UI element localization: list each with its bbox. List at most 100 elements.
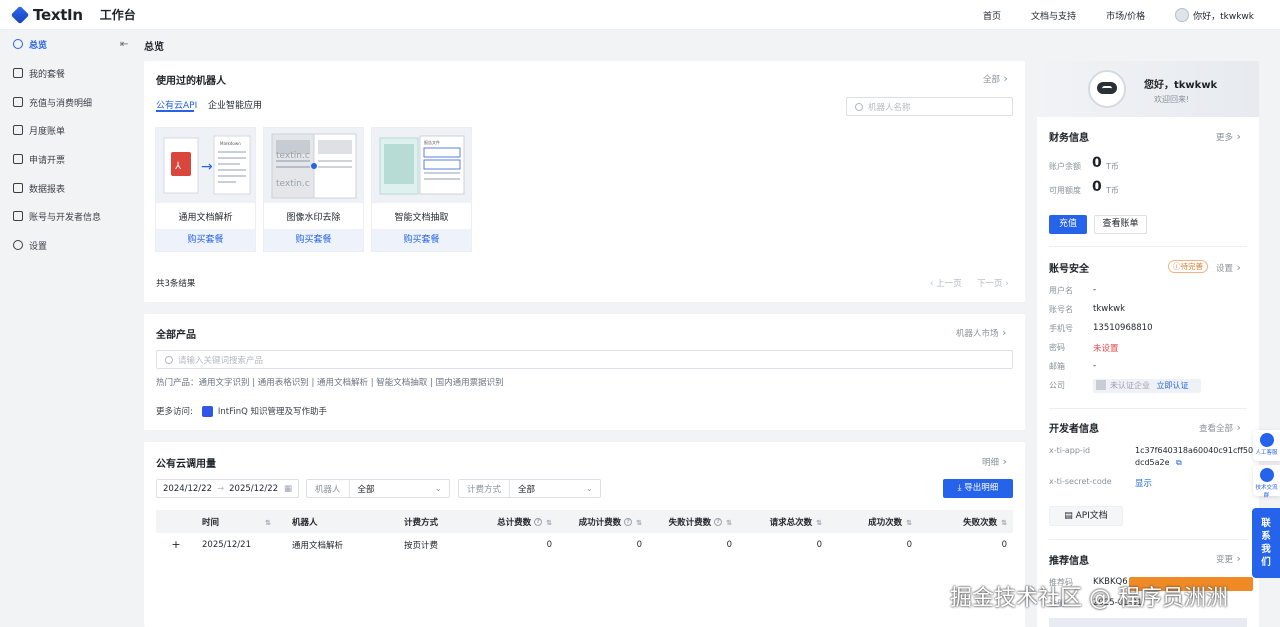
collapse-sidebar-icon[interactable]: ⇤: [120, 39, 128, 50]
security-settings-link[interactable]: 设置: [1216, 261, 1241, 274]
expand-row-button[interactable]: +: [156, 533, 196, 556]
finance-more-link[interactable]: 更多: [1216, 130, 1241, 143]
sidebar-item-overview[interactable]: 总览: [13, 36, 47, 52]
verify-now-link[interactable]: 立即认证: [1157, 381, 1189, 390]
recommend-change-link[interactable]: 变更: [1216, 552, 1241, 565]
recharge-button[interactable]: 充值: [1049, 215, 1087, 234]
watermark: 掘金技术社区 @ 程序员洲洲: [950, 586, 1228, 611]
help-icon[interactable]: ?: [534, 518, 543, 526]
contact-us-button[interactable]: 联系我们: [1252, 508, 1280, 578]
sidebar-item-monthly-bill[interactable]: 月度账单: [13, 122, 65, 138]
search-placeholder: 请输入关键词搜索产品: [178, 355, 264, 366]
brand[interactable]: TextIn 工作台: [10, 5, 136, 24]
robot-card-doc-parse[interactable]: ⅄ → Markdown 通用文档解析 购买套餐: [155, 127, 256, 252]
sidebar-item-invoice[interactable]: 申请开票: [13, 151, 65, 167]
next-page-button[interactable]: 下一页 ›: [977, 277, 1009, 289]
cell-total-billing: 0: [546, 539, 552, 550]
gear-icon: [13, 240, 23, 250]
product-search-input[interactable]: 请输入关键词搜索产品: [156, 350, 1013, 369]
chevron-down-icon: ⌄: [586, 484, 593, 493]
sort-icon: ⇅: [906, 518, 912, 527]
company-value: 未认证企业: [1110, 381, 1150, 390]
column-header-total-billing[interactable]: 总计费数? ⇅: [468, 510, 558, 533]
column-header-success[interactable]: 成功次数 ⇅: [828, 510, 918, 533]
nav-docs[interactable]: 文档与支持: [1031, 9, 1076, 22]
export-detail-button[interactable]: ⤓ 导出明细: [943, 479, 1013, 498]
secret-label: x-ti-secret-code: [1049, 477, 1112, 486]
sidebar-item-packages[interactable]: 我的套餐: [13, 65, 65, 81]
robot-card-doc-extraction[interactable]: 报告文件 智能文档抽取 购买套餐: [371, 127, 472, 252]
sidebar-item-label: 数据报表: [29, 184, 66, 195]
bottom-banner: [1049, 618, 1247, 627]
sidebar-item-recharge[interactable]: 充值与消费明细: [13, 94, 92, 110]
api-doc-button[interactable]: ▤ API文档: [1049, 506, 1123, 526]
more-visit-label: 更多访问:: [156, 407, 193, 417]
buy-package-button[interactable]: 购买套餐: [156, 229, 255, 251]
column-header-label: 失败次数: [963, 517, 998, 528]
sidebar-item-settings[interactable]: 设置: [13, 237, 47, 253]
column-header-label: 机器人: [292, 517, 318, 528]
nav-market[interactable]: 市场/价格: [1106, 9, 1145, 22]
robot-card-watermark-removal[interactable]: textin.c textin.c 图像水印去除 购买套餐: [263, 127, 364, 252]
password-value[interactable]: 未设置: [1093, 342, 1119, 354]
balance-value: 0: [1092, 155, 1102, 171]
column-header-fail[interactable]: 失败次数 ⇅: [918, 510, 1013, 533]
usage-table: 时间 ⇅ 机器人 计费方式 总计费数? ⇅ 成功计费数? ⇅ 失败计费数? ⇅ 请求总次…: [156, 510, 1013, 556]
robot-name: 图像水印去除: [286, 213, 341, 223]
robot-search-input[interactable]: 机器人名称: [846, 97, 1013, 116]
more-visit-row: 更多访问: IntFinQ 知识管理及写作助手: [156, 405, 327, 417]
tech-group-button[interactable]: 技术交流群: [1253, 465, 1280, 499]
tab-enterprise-apps[interactable]: 企业智能应用: [208, 98, 262, 111]
top-nav: 首页 文档与支持 市场/价格 你好，tkwkwk: [953, 0, 1254, 30]
next-page-label: 下一页: [977, 279, 1003, 289]
column-header-fail-billing[interactable]: 失败计费数? ⇅: [648, 510, 738, 533]
cell-fail-billing: 0: [726, 539, 732, 550]
human-support-button[interactable]: 人工客服: [1253, 430, 1280, 461]
column-header-success-billing[interactable]: 成功计费数? ⇅: [558, 510, 648, 533]
billing-filter-label: 计费方式: [459, 480, 511, 497]
sidebar-item-reports[interactable]: 数据报表: [13, 180, 65, 196]
workspace-title: 工作台: [99, 8, 136, 22]
prev-page-button[interactable]: ‹ 上一页: [930, 277, 962, 289]
sort-icon: ⇅: [636, 518, 642, 527]
view-bill-button[interactable]: 查看账单: [1094, 215, 1147, 234]
svg-text:→: →: [201, 159, 213, 175]
billing-filter-select[interactable]: 计费方式 全部 ⌄: [458, 479, 601, 498]
nav-home[interactable]: 首页: [983, 9, 1001, 22]
sort-icon: ⇅: [265, 518, 271, 527]
intfinq-logo-icon: [201, 405, 213, 417]
usage-detail-link[interactable]: 明细: [982, 455, 1007, 468]
sidebar-item-account[interactable]: 账号与开发者信息: [13, 208, 101, 224]
hot-products[interactable]: 热门产品：通用文字识别 | 通用表格识别 | 通用文档解析 | 智能文档抽取 |…: [156, 376, 504, 388]
help-icon[interactable]: ?: [714, 518, 723, 526]
doc-icon: ▤: [1064, 511, 1076, 521]
cell-success: 0: [906, 539, 912, 550]
billing-filter-value: 全部: [518, 484, 536, 495]
security-title: 账号安全: [1049, 264, 1089, 275]
robots-all-link[interactable]: 全部: [983, 72, 1008, 85]
buy-package-button[interactable]: 购买套餐: [264, 229, 363, 251]
developer-view-all-link[interactable]: 查看全部: [1199, 421, 1241, 434]
help-icon[interactable]: ?: [624, 518, 633, 526]
show-secret-link[interactable]: 显示: [1135, 477, 1152, 489]
thumb-watermark-text-2: textin.c: [276, 179, 310, 189]
column-header-requests[interactable]: 请求总次数 ⇅: [738, 510, 828, 533]
chart-icon: [13, 183, 23, 193]
column-header-time[interactable]: 时间 ⇅: [196, 510, 286, 533]
svg-text:⅄: ⅄: [175, 161, 182, 172]
headset-icon: [1259, 433, 1274, 447]
date-range-picker[interactable]: 2024/12/22 → 2025/12/22 ▦: [156, 479, 299, 498]
profile-greeting: 您好，tkwkwk: [1144, 80, 1218, 91]
robot-filter-select[interactable]: 机器人 全部 ⌄: [306, 479, 450, 498]
welcome-text: 欢迎回来!: [1154, 95, 1190, 104]
finance-title: 财务信息: [1049, 133, 1089, 144]
thumb-report-label: 报告文件: [424, 139, 440, 145]
user-greeting[interactable]: 你好，tkwkwk: [1193, 9, 1254, 22]
intfinq-link[interactable]: IntFinQ 知识管理及写作助手: [218, 405, 327, 417]
robot-market-link[interactable]: 机器人市场: [956, 326, 1006, 339]
avatar[interactable]: [1175, 8, 1190, 22]
column-header-label: 失败计费数: [668, 517, 712, 528]
copy-icon[interactable]: ⧉: [1176, 458, 1182, 468]
buy-package-button[interactable]: 购买套餐: [372, 229, 471, 251]
username-value: -: [1093, 285, 1097, 295]
